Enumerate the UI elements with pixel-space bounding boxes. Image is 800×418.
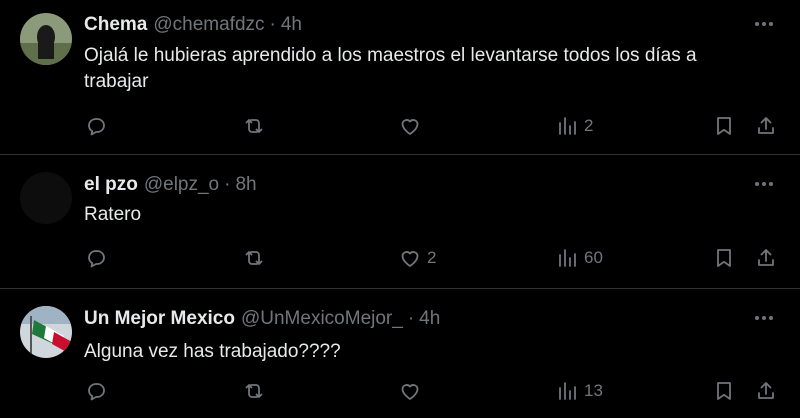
- views-button[interactable]: 2: [555, 111, 593, 141]
- reply-item[interactable]: Un Mejor Mexico @UnMexicoMejor_ · 4h Alg…: [0, 289, 800, 418]
- views-chart-icon: [559, 249, 576, 267]
- like-count: 2: [427, 248, 437, 267]
- reply-header: Chema @chemafdzc · 4h: [84, 12, 302, 38]
- heart-icon: [401, 119, 419, 135]
- avatar[interactable]: [20, 13, 72, 65]
- user-handle[interactable]: @chemafdzc: [153, 14, 264, 36]
- heart-icon: [401, 384, 419, 400]
- bookmark-button[interactable]: [712, 376, 736, 406]
- separator-dot: ·: [269, 14, 276, 35]
- view-count: 2: [584, 116, 594, 135]
- like-button[interactable]: [398, 376, 427, 406]
- timestamp[interactable]: 4h: [419, 308, 440, 330]
- heart-icon: [401, 251, 419, 267]
- comment-icon: [88, 383, 105, 401]
- user-handle[interactable]: @UnMexicoMejor_: [241, 308, 403, 330]
- bookmark-icon: [717, 382, 731, 400]
- retweet-button[interactable]: [242, 111, 266, 141]
- share-button[interactable]: [754, 376, 778, 406]
- share-icon: [758, 117, 774, 134]
- reply-button[interactable]: [84, 376, 108, 406]
- action-bar: 2 60: [84, 243, 780, 273]
- bookmark-button[interactable]: [712, 243, 736, 273]
- separator-dot: ·: [407, 308, 415, 329]
- view-count: 13: [584, 381, 603, 400]
- user-handle[interactable]: @elpz_o: [144, 174, 219, 196]
- reply-button[interactable]: [84, 111, 108, 141]
- reply-text: Ojalá le hubieras aprendido a los maestr…: [84, 45, 697, 92]
- comment-icon: [88, 118, 105, 136]
- display-name[interactable]: el pzo: [84, 174, 138, 196]
- display-name[interactable]: Chema: [84, 14, 147, 36]
- display-name[interactable]: Un Mejor Mexico: [84, 308, 235, 330]
- reply-header: el pzo @elpz_o · 8h: [84, 172, 257, 198]
- reply-text: Ratero: [84, 204, 142, 225]
- reply-item[interactable]: el pzo @elpz_o · 8h Ratero 2 60: [0, 155, 800, 289]
- share-icon: [758, 382, 774, 399]
- like-button[interactable]: [398, 111, 427, 141]
- more-options-icon[interactable]: [752, 172, 776, 196]
- bookmark-icon: [717, 117, 731, 135]
- share-icon: [758, 249, 774, 266]
- reply-text: Alguna vez has trabajado????: [84, 341, 341, 362]
- share-button[interactable]: [754, 243, 778, 273]
- timestamp[interactable]: 8h: [235, 174, 256, 196]
- views-button[interactable]: 60: [555, 243, 603, 273]
- views-chart-icon: [559, 382, 576, 400]
- share-button[interactable]: [754, 111, 778, 141]
- separator-dot: ·: [224, 174, 231, 195]
- retweet-button[interactable]: [242, 243, 266, 273]
- views-chart-icon: [559, 117, 576, 135]
- retweet-icon: [245, 384, 263, 398]
- more-options-icon[interactable]: [752, 306, 776, 330]
- reply-item[interactable]: Chema @chemafdzc · 4h Ojalá le hubieras …: [0, 0, 800, 155]
- view-count: 60: [584, 248, 603, 267]
- retweet-icon: [245, 119, 263, 133]
- retweet-button[interactable]: [242, 376, 266, 406]
- retweet-icon: [245, 251, 263, 265]
- timestamp[interactable]: 4h: [281, 14, 302, 36]
- comment-icon: [88, 250, 105, 268]
- avatar[interactable]: [20, 306, 72, 358]
- reply-header: Un Mejor Mexico @UnMexicoMejor_ · 4h: [84, 306, 440, 332]
- reply-button[interactable]: [84, 243, 108, 273]
- more-options-icon[interactable]: [752, 12, 776, 36]
- action-bar: 2: [84, 111, 780, 141]
- avatar[interactable]: [20, 172, 72, 224]
- action-bar: 13: [84, 376, 780, 406]
- like-button[interactable]: 2: [398, 243, 436, 273]
- bookmark-icon: [717, 249, 731, 267]
- bookmark-button[interactable]: [712, 111, 736, 141]
- views-button[interactable]: 13: [555, 376, 603, 406]
